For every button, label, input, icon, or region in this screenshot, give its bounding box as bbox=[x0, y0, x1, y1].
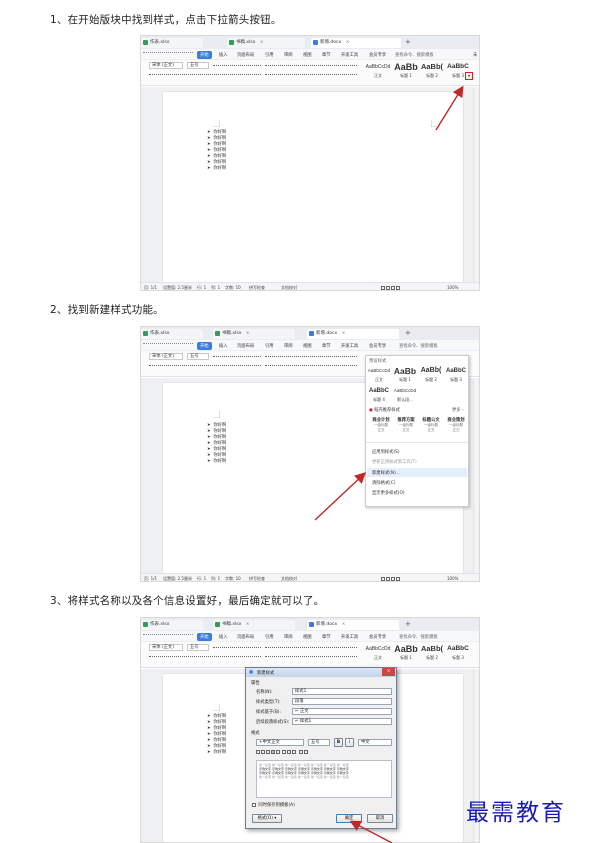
arrow-to-dropdown bbox=[435, 85, 464, 131]
arrow-to-ok bbox=[349, 820, 393, 843]
watermark-logo: 最需教育 bbox=[466, 800, 566, 826]
arrow-to-new-style bbox=[314, 472, 367, 521]
annotation-arrows bbox=[314, 85, 464, 843]
